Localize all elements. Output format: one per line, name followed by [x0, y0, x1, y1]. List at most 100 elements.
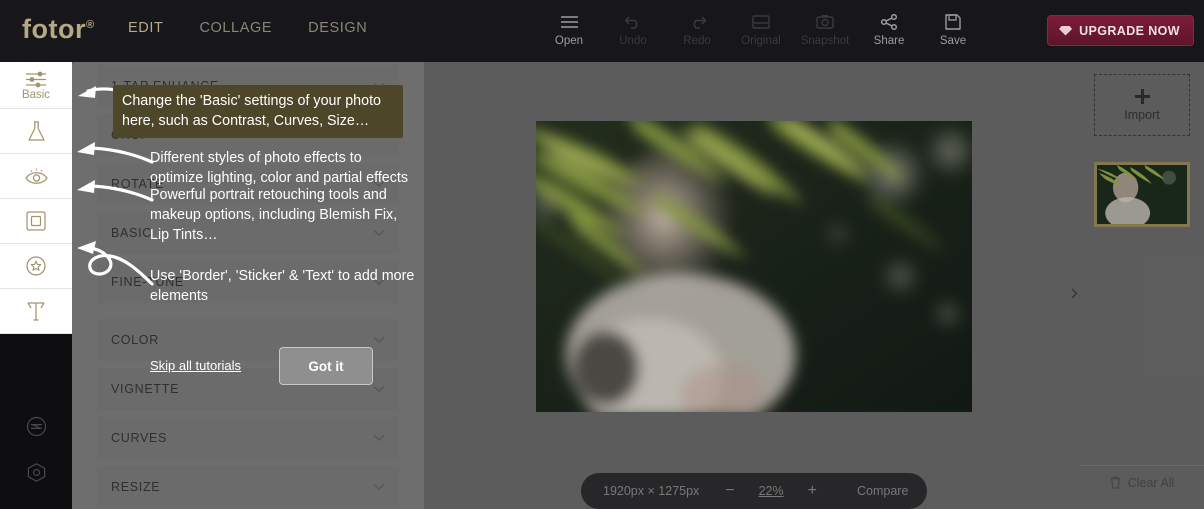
tool-save-label: Save: [939, 35, 967, 47]
panel-row-rotate[interactable]: ROTATE: [97, 163, 399, 205]
panel-row-resize[interactable]: RESIZE: [97, 466, 399, 508]
import-button[interactable]: Import: [1094, 74, 1190, 136]
zoom-level-value[interactable]: 22%: [759, 484, 784, 498]
sidebar-item-border[interactable]: [0, 199, 72, 244]
zoom-toolbar: 1920px × 1275px − 22% + Compare: [581, 473, 927, 509]
panel-row-1-tap-enhance[interactable]: 1-TAP ENHANCE: [97, 65, 399, 107]
text-t-icon: [27, 301, 45, 321]
tool-save-button[interactable]: Save: [921, 10, 985, 47]
panel-row-curves[interactable]: CURVES: [97, 417, 399, 459]
panel-row-fine-tune[interactable]: FINE-TUNE: [97, 261, 399, 303]
got-it-button[interactable]: Got it: [279, 347, 373, 385]
fotor-editor-window: 1920px × 1275px − 22% + Compare Import C…: [0, 0, 1204, 509]
sidebar-bottom-group: [0, 403, 72, 495]
app-logo-text: fotor: [22, 14, 86, 44]
thumbnail-image: [1097, 165, 1187, 224]
sidebar-feedback-button[interactable]: [0, 403, 72, 449]
sidebar-item-text[interactable]: [0, 289, 72, 334]
share-icon: [857, 10, 921, 32]
chevron-down-icon: [373, 478, 385, 496]
image-dimensions-label: 1920px × 1275px: [603, 484, 700, 498]
compare-button[interactable]: Compare: [857, 484, 908, 498]
undo-icon: [601, 10, 665, 32]
chevron-down-icon: [373, 273, 385, 291]
nav-tabs: EDIT COLLAGE DESIGN: [128, 20, 367, 36]
plus-icon: [1134, 88, 1150, 104]
app-logo[interactable]: fotor®: [22, 14, 95, 45]
canvas-photo[interactable]: [536, 121, 972, 412]
panel-row-label: CROP: [111, 128, 150, 142]
chevron-down-icon: [373, 77, 385, 95]
flask-effects-icon: [27, 120, 45, 141]
sidebar-item-effects[interactable]: [0, 109, 72, 154]
tool-original-button: Original: [729, 10, 793, 47]
sidebar-item-beauty[interactable]: [0, 154, 72, 199]
panel-row-label: RESIZE: [111, 480, 161, 494]
sidebar-settings-button[interactable]: [0, 449, 72, 495]
clear-all-button[interactable]: Clear All: [1080, 465, 1204, 499]
panel-row-label: BASIC: [111, 226, 153, 240]
save-icon: [921, 10, 985, 32]
sidebar-top-group: Basic: [0, 62, 72, 334]
import-label: Import: [1124, 107, 1160, 122]
nav-tab-collage[interactable]: COLLAGE: [199, 20, 272, 36]
chevron-down-icon: [373, 126, 385, 144]
chevron-down-icon: [373, 380, 385, 398]
canvas-area: 1920px × 1275px − 22% + Compare: [424, 62, 1076, 509]
left-sidebar: Basic: [0, 62, 72, 509]
upgrade-now-button[interactable]: UPGRADE NOW: [1047, 15, 1194, 46]
sidebar-item-basic-label: Basic: [21, 89, 51, 101]
sliders-icon: [26, 71, 46, 88]
chevron-down-icon: [373, 429, 385, 447]
sidebar-item-basic[interactable]: Basic: [0, 62, 72, 109]
tool-snapshot-label: Snapshot: [800, 35, 850, 47]
diamond-icon: [1059, 25, 1073, 36]
redo-icon: [665, 10, 729, 32]
nav-tab-design[interactable]: DESIGN: [308, 20, 367, 36]
feedback-icon: [26, 416, 46, 436]
nav-tab-edit[interactable]: EDIT: [128, 20, 163, 36]
panel-row-label: VIGNETTE: [111, 382, 180, 396]
trash-icon: [1110, 476, 1120, 489]
clear-all-label: Clear All: [1127, 475, 1175, 490]
zoom-out-button[interactable]: −: [725, 482, 734, 500]
skip-all-tutorials-link[interactable]: Skip all tutorials: [150, 358, 241, 373]
tool-open-button[interactable]: Open: [537, 10, 601, 47]
panel-row-label: 1-TAP ENHANCE: [111, 79, 219, 93]
panel-row-label: CURVES: [111, 431, 168, 445]
panel-row-label: COLOR: [111, 333, 159, 347]
panel-row-label: FINE-TUNE: [111, 275, 184, 289]
tool-undo-button: Undo: [601, 10, 665, 47]
upgrade-now-label: UPGRADE NOW: [1079, 23, 1180, 38]
eye-beauty-icon: [24, 167, 48, 184]
hamburger-icon: [537, 10, 601, 32]
snapshot-icon: [793, 10, 857, 32]
tool-undo-label: Undo: [619, 35, 647, 47]
zoom-in-button[interactable]: +: [808, 482, 817, 500]
panel-row-basic[interactable]: BASIC: [97, 212, 399, 254]
tool-redo-button: Redo: [665, 10, 729, 47]
sticker-star-icon: [26, 256, 46, 276]
chevron-down-icon: [373, 331, 385, 349]
sidebar-item-sticker[interactable]: [0, 244, 72, 289]
right-photo-tray: Import Clear All: [1080, 62, 1204, 509]
top-bar: fotor® EDIT COLLAGE DESIGN Open Undo Redo Ori…: [0, 0, 1204, 62]
chevron-down-icon: [373, 175, 385, 193]
tool-share-label: Share: [873, 35, 905, 47]
tool-open-label: Open: [554, 35, 584, 47]
tool-share-button[interactable]: Share: [857, 10, 921, 47]
tool-snapshot-button: Snapshot: [793, 10, 857, 47]
tool-original-label: Original: [741, 35, 781, 47]
gear-settings-icon: [27, 462, 45, 482]
panel-row-label: ROTATE: [111, 177, 165, 191]
right-panel-collapse-handle[interactable]: [1068, 262, 1081, 324]
chevron-down-icon: [373, 224, 385, 242]
photo-image: [536, 121, 972, 412]
panel-row-list: 1-TAP ENHANCE CROP ROTATE BASIC FINE-TUNE COL…: [72, 58, 424, 508]
chevron-right-icon: [1071, 287, 1078, 299]
frame-border-icon: [26, 211, 46, 231]
photo-thumbnail[interactable]: [1094, 162, 1190, 227]
panel-row-crop[interactable]: CROP: [97, 114, 399, 156]
tool-buttons: Open Undo Redo Original Snapshot Share Save: [537, 10, 985, 47]
registered-mark: ®: [85, 19, 95, 31]
